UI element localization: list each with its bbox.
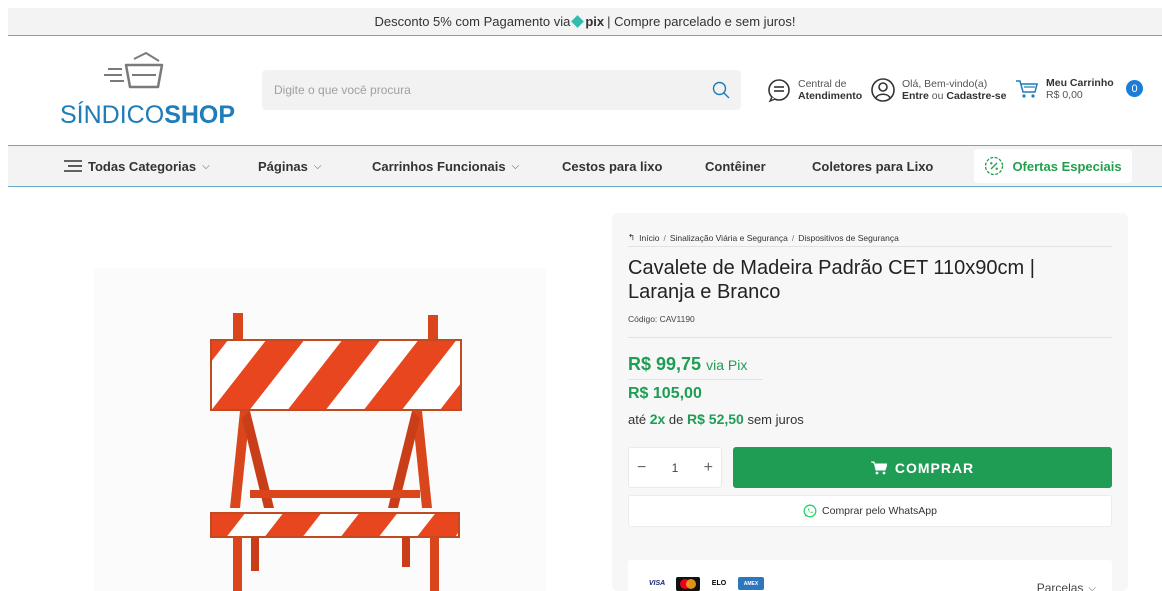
breadcrumb-level1[interactable]: Sinalização Viária e Segurança	[670, 233, 788, 243]
search-box	[262, 70, 741, 110]
nav-functional-carts-label: Carrinhos Funcionais	[372, 158, 506, 174]
nav-pages[interactable]: Páginas ⌵	[258, 146, 321, 186]
chevron-down-icon: ⌵	[511, 160, 520, 172]
nav-all-categories[interactable]: Todas Categorias ⌵	[64, 146, 210, 186]
pix-logo: pix	[571, 14, 605, 29]
pix-price-suffix: via Pix	[706, 357, 748, 373]
discount-badge-icon	[985, 156, 1004, 176]
nav-trash-bins-label: Cestos para lixo	[562, 158, 663, 174]
payment-methods: VISA ELO AMEX Parcelas ⌵	[628, 560, 1112, 591]
installments-text: até 2x de R$ 52,50 sem juros	[628, 411, 804, 427]
site-header: SÍNDICOSHOP Central de Atendimento Olá, …	[8, 37, 1162, 145]
nav-pages-label: Páginas	[258, 158, 308, 174]
increase-quantity-button[interactable]: +	[704, 459, 713, 477]
installments-suffix: sem juros	[747, 412, 804, 427]
customer-service-link[interactable]: Central de Atendimento	[766, 77, 862, 103]
login-link[interactable]: Entre	[902, 90, 929, 102]
site-logo[interactable]: SÍNDICOSHOP	[60, 51, 235, 131]
or-text: ou	[931, 90, 944, 102]
nav-collectors[interactable]: Coletores para Lixo	[812, 146, 933, 186]
account-link[interactable]: Olá, Bem-vindo(a) Entre ou Cadastre-se	[870, 77, 1007, 103]
nav-trash-bins[interactable]: Cestos para lixo	[562, 146, 662, 186]
elo-icon: ELO	[711, 580, 727, 587]
product-title: Cavalete de Madeira Padrão CET 110x90cm …	[628, 257, 1035, 303]
cart-icon	[870, 461, 887, 474]
full-price: R$ 105,00	[628, 385, 702, 402]
shopping-cart-logo-icon	[104, 51, 164, 89]
breadcrumb-home[interactable]: Início	[639, 233, 659, 243]
back-arrow-icon[interactable]: ↰	[628, 232, 635, 243]
welcome-text: Olá, Bem-vindo(a)	[902, 78, 988, 90]
cart-title: Meu Carrinho	[1046, 77, 1114, 89]
nav-container-label: Contêiner	[705, 158, 766, 174]
whatsapp-icon	[803, 504, 817, 518]
logo-part1: SÍNDICO	[60, 101, 165, 129]
register-link[interactable]: Cadastre-se	[946, 90, 1006, 102]
cart-total: R$ 0,00	[1046, 89, 1083, 101]
decrease-quantity-button[interactable]: −	[637, 459, 646, 477]
barricade-image	[210, 313, 462, 591]
card-brands: VISA ELO AMEX	[644, 576, 764, 591]
visa-icon: VISA	[648, 580, 666, 587]
whatsapp-buy-label: Comprar pelo WhatsApp	[822, 505, 937, 517]
quantity-stepper: − 1 +	[628, 447, 722, 488]
menu-icon	[64, 160, 82, 172]
account-text: Olá, Bem-vindo(a) Entre ou Cadastre-se	[902, 78, 1007, 102]
promo-text-before: Desconto 5% com Pagamento via	[374, 14, 571, 29]
chat-icon	[768, 79, 790, 103]
cart-count-badge: 0	[1126, 80, 1143, 97]
promo-text-after: | Compre parcelado e sem juros!	[607, 14, 796, 29]
search-input[interactable]	[262, 70, 702, 110]
divider	[628, 379, 763, 380]
pix-price: R$ 99,75 via Pix	[628, 354, 747, 375]
user-icon	[871, 78, 895, 102]
product-sku: Código: CAV1190	[628, 314, 695, 324]
breadcrumb: ↰ Início / Sinalização Viária e Seguranç…	[628, 232, 899, 243]
logo-part2: SHOP	[164, 101, 236, 129]
product-info-panel: ↰ Início / Sinalização Viária e Seguranç…	[612, 213, 1128, 591]
chevron-down-icon: ⌵	[1088, 582, 1096, 591]
divider	[628, 246, 1112, 247]
installments-count: 2x	[649, 411, 666, 427]
divider	[628, 337, 1112, 338]
whatsapp-buy-button[interactable]: Comprar pelo WhatsApp	[628, 495, 1112, 527]
installments-prefix: até	[628, 412, 647, 427]
chevron-down-icon: ⌵	[313, 160, 322, 172]
nav-container[interactable]: Contêiner	[705, 146, 766, 186]
buy-button[interactable]: COMPRAR	[733, 447, 1112, 488]
installments-of: de	[668, 412, 684, 427]
search-icon[interactable]	[711, 80, 731, 100]
installments-dropdown-label: Parcelas	[1036, 581, 1084, 591]
chevron-down-icon: ⌵	[202, 160, 210, 172]
nav-collectors-label: Coletores para Lixo	[812, 158, 934, 174]
buy-button-label: COMPRAR	[894, 459, 975, 476]
pix-price-value: R$ 99,75	[628, 354, 702, 374]
cart-text: Meu Carrinho R$ 0,00	[1046, 77, 1114, 101]
customer-service-text: Central de Atendimento	[798, 78, 862, 102]
quantity-value[interactable]: 1	[672, 461, 679, 475]
pix-label: pix	[585, 14, 605, 29]
installments-value: R$ 52,50	[687, 411, 744, 427]
installments-dropdown[interactable]: Parcelas ⌵	[1037, 581, 1096, 591]
logo-wordmark: SÍNDICOSHOP	[60, 101, 235, 130]
customer-service-line2: Atendimento	[798, 90, 863, 102]
special-offers-button[interactable]: Ofertas Especiais	[974, 149, 1132, 183]
mastercard-icon	[676, 576, 700, 591]
pix-icon	[571, 15, 585, 28]
customer-service-line1: Central de	[798, 78, 847, 90]
breadcrumb-separator: /	[791, 232, 795, 243]
nav-functional-carts[interactable]: Carrinhos Funcionais ⌵	[372, 146, 519, 186]
breadcrumb-level2[interactable]: Dispositivos de Segurança	[798, 233, 899, 243]
special-offers-label: Ofertas Especiais	[1012, 158, 1122, 174]
main-nav: Todas Categorias ⌵ Páginas ⌵ Carrinhos F…	[8, 145, 1162, 187]
cart-link[interactable]: Meu Carrinho R$ 0,00 0	[1014, 77, 1143, 101]
product-image[interactable]	[94, 268, 546, 591]
amex-icon: AMEX	[738, 577, 764, 590]
cart-icon	[1016, 80, 1038, 98]
nav-all-categories-label: Todas Categorias	[88, 158, 197, 174]
promo-bar: Desconto 5% com Pagamento via pix | Comp…	[8, 8, 1162, 36]
breadcrumb-separator: /	[663, 232, 666, 243]
